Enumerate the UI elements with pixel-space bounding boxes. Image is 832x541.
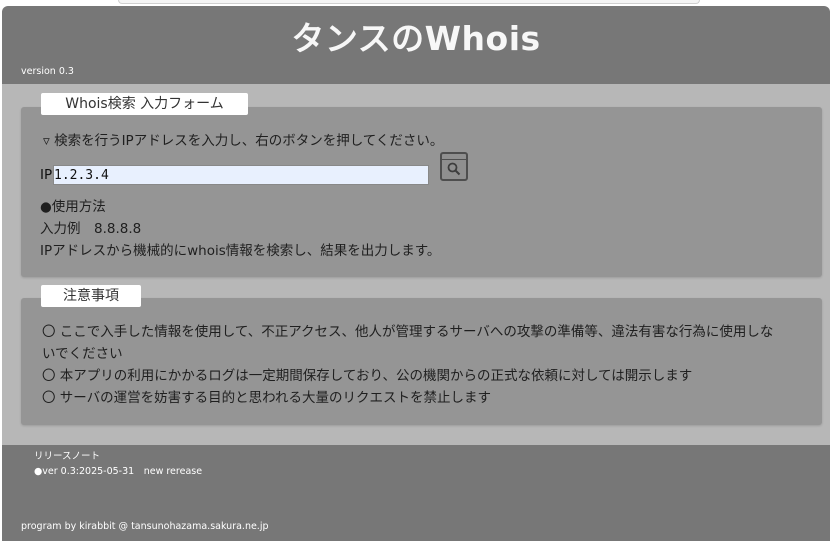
notice-item: 〇 ここで入手した情報を使用して、不正アクセス、他人が管理するサーバへの攻撃の準… (42, 324, 774, 340)
window-bar (442, 154, 466, 160)
search-icon (447, 162, 461, 176)
usage-example: 入力例 8.8.8.8 (40, 221, 142, 237)
search-instruction: ▿ 検索を行うIPアドレスを入力し、右のボタンを押してください。 (43, 133, 444, 149)
notice-panel-tab: 注意事項 (41, 285, 141, 307)
page-title: タンスのWhois (291, 19, 541, 58)
search-form-panel-tab: Whois検索 入力フォーム (41, 93, 248, 115)
ip-input[interactable] (53, 165, 429, 185)
footer: リリースノート ●ver 0.3:2025-05-31 new rerease … (2, 445, 830, 541)
header: タンスのWhois version 0.3 (2, 6, 830, 84)
top-tab-strip (118, 0, 700, 4)
usage-heading: ●使用方法 (40, 199, 106, 215)
notice-item: 〇 本アプリの利用にかかるログは一定期間保存しており、公の機関からの正式な依頼に… (42, 368, 693, 384)
ip-label: IP (40, 167, 53, 183)
notice-item: いでください (42, 346, 123, 362)
release-entry: ●ver 0.3:2025-05-31 new rerease (34, 466, 203, 477)
release-notes-title: リリースノート (34, 451, 101, 462)
version-label: version 0.3 (21, 66, 74, 77)
usage-description: IPアドレスから機械的にwhois情報を検索し、結果を出力します。 (40, 243, 441, 259)
search-button[interactable] (440, 152, 468, 181)
credit: program by kirabbit @ tansunohazama.saku… (21, 521, 269, 532)
notice-item: 〇 サーバの運営を妨害する目的と思われる大量のリクエストを禁止します (42, 390, 491, 406)
page: タンスのWhois version 0.3 Whois検索 入力フォーム ▿ 検… (0, 0, 832, 541)
